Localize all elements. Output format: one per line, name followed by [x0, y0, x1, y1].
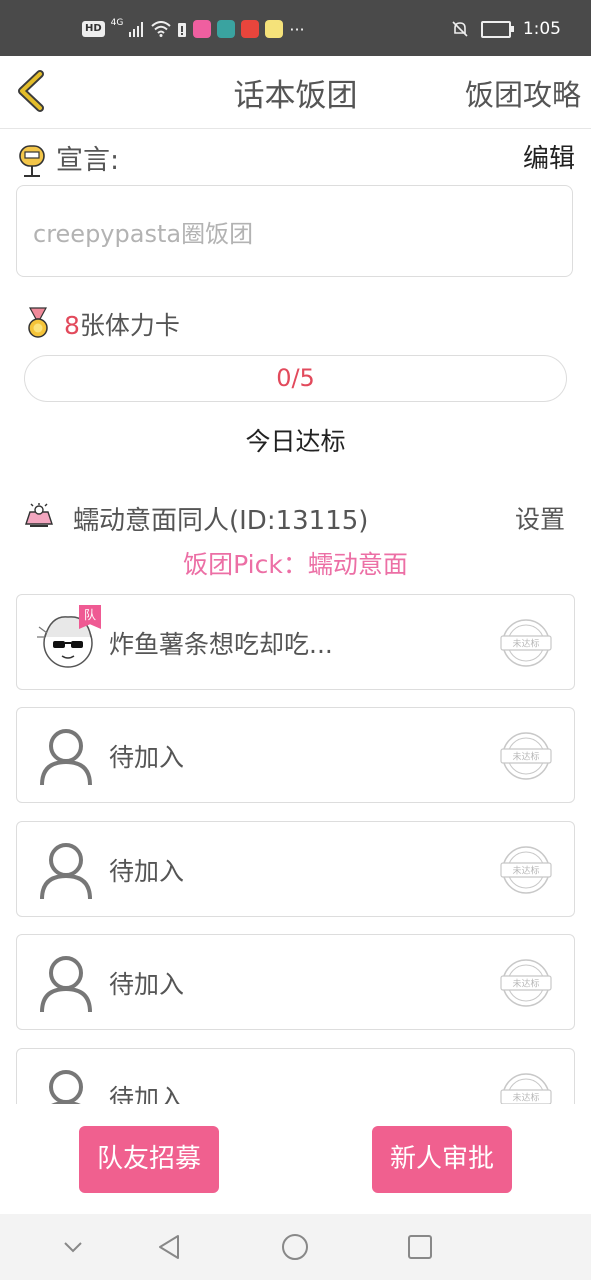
group-name: 蠕动意面同人(ID:13115): [73, 506, 369, 536]
network-indicator: 4G: [110, 18, 124, 28]
member-item-empty[interactable]: 待加入 未达标: [16, 707, 575, 803]
not-qualified-stamp-icon: 未达标: [500, 732, 552, 780]
nav-recents-icon[interactable]: [407, 1234, 433, 1260]
daily-progress-bar: 0/5: [24, 355, 567, 402]
member-name: 炸鱼薯条想吃却吃...: [109, 630, 333, 659]
user-placeholder-icon: [40, 843, 92, 900]
user-placeholder-icon: [40, 729, 92, 786]
system-nav-bar: [0, 1214, 591, 1280]
not-qualified-stamp-icon: 未达标: [500, 846, 552, 894]
member-list[interactable]: 队 炸鱼薯条想吃却吃... 未达标 待加入 未达标 待加入 未达标 待加入 未达…: [0, 586, 591, 1104]
app-notification-icon-1: [193, 20, 212, 38]
clock: 1:05: [522, 19, 561, 39]
nav-home-icon[interactable]: [281, 1233, 309, 1261]
member-name: 待加入: [109, 857, 185, 886]
mailbox-icon: [19, 145, 45, 177]
hd-indicator: HD: [82, 21, 105, 37]
member-name: 待加入: [109, 743, 185, 772]
daily-progress-text: 0/5: [276, 364, 315, 392]
strategy-link[interactable]: 饭团攻略: [465, 72, 581, 114]
member-item-empty[interactable]: 待加入 未达标: [16, 934, 575, 1030]
not-qualified-stamp-icon: 未达标: [500, 959, 552, 1007]
member-item-captain[interactable]: 队 炸鱼薯条想吃却吃... 未达标: [16, 594, 575, 690]
wifi-icon: [151, 21, 172, 37]
declaration-text: creepypasta圈饭团: [33, 220, 254, 248]
nav-back-icon[interactable]: [156, 1234, 182, 1260]
stamp-label: 未达标: [512, 865, 539, 877]
declaration-box: creepypasta圈饭团: [16, 185, 573, 277]
declaration-label: 宣言:: [56, 145, 120, 176]
member-name: 待加入: [109, 970, 185, 999]
not-qualified-stamp-icon: 未达标: [500, 619, 552, 667]
app-notification-icon-4: [265, 20, 284, 38]
group-crest-icon: [25, 503, 53, 527]
daily-target-label: 今日达标: [245, 427, 346, 456]
more-notifications-icon: ···: [289, 19, 305, 39]
settings-button[interactable]: 设置: [515, 500, 565, 536]
not-qualified-stamp-icon: 未达标: [500, 1073, 552, 1104]
stamp-label: 未达标: [512, 1092, 539, 1104]
edit-button[interactable]: 编辑: [523, 138, 575, 175]
app-notification-icon-2: [217, 20, 236, 38]
status-icons-right: 1:05: [451, 18, 561, 40]
stamina-card-label: 张体力卡: [79, 311, 180, 340]
notifications-off-icon: [452, 21, 468, 37]
medal-icon: [28, 307, 48, 338]
stamp-label: 未达标: [512, 638, 539, 650]
signal-icon: [129, 22, 144, 37]
stamp-label: 未达标: [512, 978, 539, 990]
top-bar: 话本饭团 饭团攻略: [0, 56, 591, 129]
app-notification-icon-3: [241, 20, 260, 38]
chevron-down-icon[interactable]: [62, 1236, 84, 1258]
member-name: 待加入: [109, 1084, 185, 1104]
user-placeholder-icon: [40, 956, 92, 1013]
stamina-card-count: 8张体力卡: [64, 306, 180, 342]
recruit-teammates-button[interactable]: 队友招募: [79, 1126, 219, 1193]
group-pick: 饭团Pick：蠕动意面: [183, 550, 408, 579]
stamina-card-number: 8: [64, 311, 80, 340]
battery-icon: [480, 20, 514, 38]
approve-newcomers-button[interactable]: 新人审批: [372, 1126, 512, 1193]
user-placeholder-icon: [49, 1070, 83, 1104]
stamp-label: 未达标: [512, 751, 539, 763]
member-item-empty[interactable]: 待加入 未达标: [16, 821, 575, 917]
status-icons-left: HD 4G ···: [82, 18, 305, 40]
battery-alert-icon: [178, 23, 187, 37]
member-item-empty[interactable]: 待加入 未达标: [16, 1048, 575, 1104]
status-bar: HD 4G ··· 1:05: [0, 0, 591, 56]
